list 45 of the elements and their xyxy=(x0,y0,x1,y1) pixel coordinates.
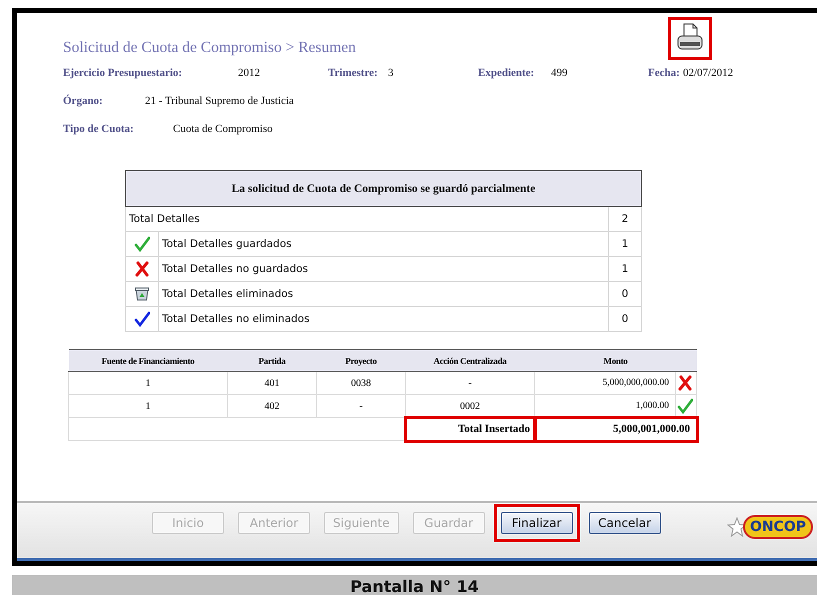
field-value: 3 xyxy=(388,67,394,81)
table-cell: 0038 xyxy=(316,372,406,394)
toolbar-button[interactable]: Finalizar xyxy=(500,512,573,534)
figure-caption: Pantalla N° 14 xyxy=(12,575,817,595)
field-value: 499 xyxy=(551,67,568,81)
table-cell: Total Detalles eliminados xyxy=(158,282,608,306)
field-label: Fecha: xyxy=(648,67,681,81)
field-value: 21 - Tribunal Supremo de Justicia xyxy=(145,95,294,107)
column-header: Fuente de Financiamiento xyxy=(68,350,228,372)
print-button[interactable] xyxy=(668,17,712,60)
table-cell: 5,000,000,000.00 xyxy=(534,372,676,394)
field-value: 2012 xyxy=(238,67,260,81)
table-cell: 2 xyxy=(608,206,642,232)
page-title: Solicitud de Cuota de Compromiso > Resumen xyxy=(63,39,357,57)
table-cell: - xyxy=(406,372,534,394)
table-cell: Total Detalles no eliminados xyxy=(158,306,608,332)
table-cell: Total Detalles no guardados xyxy=(158,256,608,282)
printer-icon xyxy=(676,22,704,52)
table-cell: 1 xyxy=(68,394,228,418)
field-label: Expediente: xyxy=(478,67,536,81)
table-heading: La solicitud de Cuota de Compromiso se guardó parcialmente xyxy=(126,170,642,206)
field-label: Ejercicio Presupuestario: xyxy=(63,67,184,81)
table-cell: Total Detalles xyxy=(126,206,608,232)
column-header: Partida xyxy=(228,350,316,372)
field-label: Órgano: xyxy=(63,95,104,107)
total-label: Total Insertado xyxy=(406,418,534,440)
field-value: Cuota de Compromiso xyxy=(173,123,273,135)
table-cell: - xyxy=(316,394,406,418)
table-cell: 0 xyxy=(608,282,642,306)
total-value: 5,000,001,000.00 xyxy=(534,418,696,440)
table-cell: 401 xyxy=(228,372,316,394)
logo-text: ONCOP xyxy=(742,515,813,539)
table-cell: Total Detalles guardados xyxy=(158,232,608,256)
table-cell: 1 xyxy=(608,256,642,282)
table-cell: 0 xyxy=(608,306,642,332)
column-header: Acción Centralizada xyxy=(406,350,534,372)
toolbar-button[interactable]: Cancelar xyxy=(588,512,661,534)
column-header: Monto xyxy=(534,350,696,372)
column-header: Proyecto xyxy=(316,350,406,372)
table-cell: 1 xyxy=(608,232,642,256)
field-label: Trimestre: xyxy=(328,67,379,81)
table-cell: 1 xyxy=(68,372,228,394)
field-value: 02/07/2012 xyxy=(683,67,734,81)
field-label: Tipo de Cuota: xyxy=(63,123,135,135)
table-cell: 402 xyxy=(228,394,316,418)
